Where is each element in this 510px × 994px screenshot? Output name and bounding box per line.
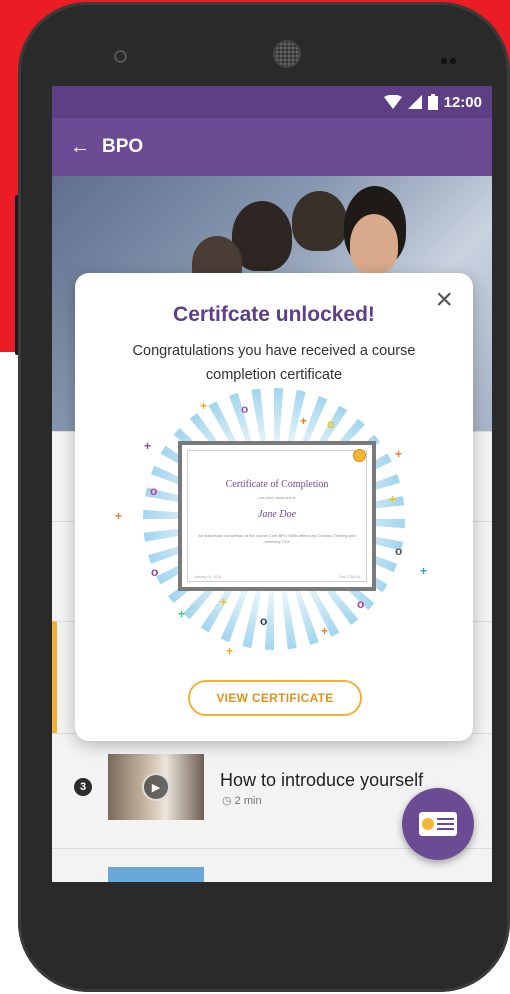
confetti-icon: o xyxy=(150,484,158,498)
clock-text: 12:00 xyxy=(443,93,482,111)
back-arrow-icon[interactable]: ← xyxy=(70,136,90,159)
certificate-heading: Certificate of Completion xyxy=(225,479,329,490)
dialog-subtitle: Congratulations you have received a cour… xyxy=(132,343,416,383)
confetti-icon: + xyxy=(321,624,329,638)
lesson-title: How to introduce yourself xyxy=(220,770,424,790)
lesson-thumbnail[interactable]: ▶ xyxy=(108,754,204,820)
confetti-icon: + xyxy=(115,509,123,523)
dialog-title: Certifcate unlocked! xyxy=(173,303,375,326)
certificate-fab-button[interactable] xyxy=(402,788,474,860)
confetti-icon: + xyxy=(395,447,403,461)
certificate-description: for successful completion of the course … xyxy=(198,533,356,544)
certificate-dialog: × Certifcate unlocked! Congratulations y… xyxy=(75,273,473,741)
confetti-icon: o xyxy=(260,614,268,628)
certificate-recipient: Jane Doe xyxy=(257,509,297,520)
confetti-icon: o xyxy=(327,417,335,431)
medal-icon xyxy=(353,449,366,462)
certificate-awarded-text: has been awarded to xyxy=(258,495,296,500)
confetti-icon: + xyxy=(220,595,228,609)
confetti-icon: o xyxy=(395,544,403,558)
play-icon[interactable]: ▶ xyxy=(142,773,170,801)
lesson-duration: ◷ 2 min xyxy=(222,795,262,807)
front-camera xyxy=(114,50,127,63)
view-certificate-button[interactable]: VIEW CERTIFICATE xyxy=(188,680,362,716)
lesson-number-badge: 3 xyxy=(74,778,92,796)
status-bar: 12:00 xyxy=(52,86,492,118)
confetti-icon: + xyxy=(144,439,152,453)
confetti-icon: + xyxy=(226,644,234,658)
confetti-icon: + xyxy=(420,564,428,578)
confetti-icon: o xyxy=(151,565,159,579)
app-bar: ← BPO xyxy=(52,118,492,176)
signal-icon xyxy=(407,95,422,109)
certificate-date: January 09, 2018 xyxy=(194,575,222,579)
sensor-dots xyxy=(438,51,456,69)
confetti-icon: o xyxy=(357,597,365,611)
certificate-preview[interactable]: Certificate of Completion has been award… xyxy=(178,441,376,591)
confetti-icon: o xyxy=(241,402,249,416)
lesson-thumbnail[interactable] xyxy=(108,867,204,882)
certificate-icon xyxy=(419,812,457,836)
confetti-icon: + xyxy=(200,399,208,413)
certificate-footer: January 09, 2018 Cert-2738416 xyxy=(194,575,360,579)
earpiece-speaker xyxy=(273,40,301,68)
wifi-icon xyxy=(383,95,402,109)
page-title: BPO xyxy=(102,136,144,157)
confetti-icon: + xyxy=(389,492,397,506)
battery-icon xyxy=(427,94,438,110)
certificate-id: Cert-2738416 xyxy=(338,575,360,579)
clock-icon: ◷ xyxy=(222,795,232,807)
confetti-icon: + xyxy=(178,607,186,621)
confetti-icon: + xyxy=(300,414,308,428)
